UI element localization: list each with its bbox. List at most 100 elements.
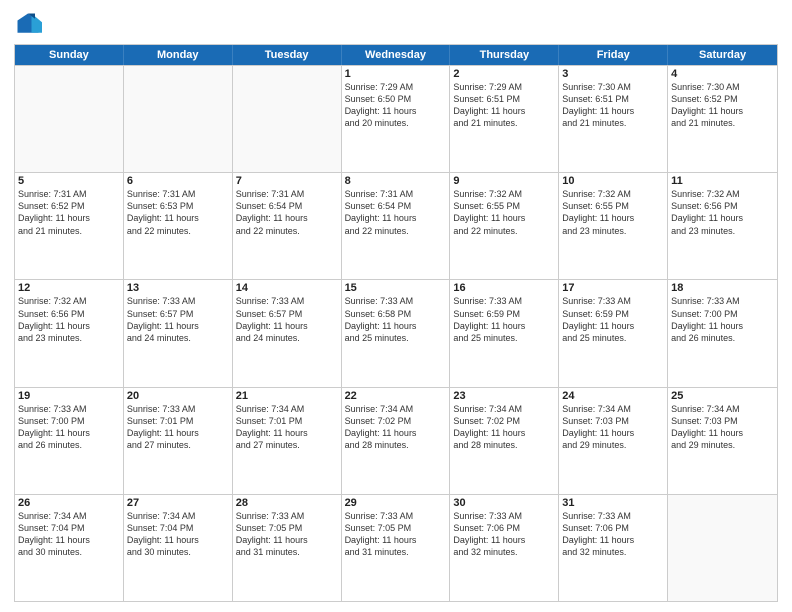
- empty-cell: [15, 66, 124, 172]
- day-info: Sunrise: 7:33 AM Sunset: 7:05 PM Dayligh…: [236, 510, 338, 559]
- header-day-thursday: Thursday: [450, 45, 559, 65]
- header-day-sunday: Sunday: [15, 45, 124, 65]
- day-cell-23: 23Sunrise: 7:34 AM Sunset: 7:02 PM Dayli…: [450, 388, 559, 494]
- day-cell-15: 15Sunrise: 7:33 AM Sunset: 6:58 PM Dayli…: [342, 280, 451, 386]
- day-number: 3: [562, 68, 664, 80]
- day-number: 23: [453, 390, 555, 402]
- day-cell-20: 20Sunrise: 7:33 AM Sunset: 7:01 PM Dayli…: [124, 388, 233, 494]
- day-info: Sunrise: 7:31 AM Sunset: 6:53 PM Dayligh…: [127, 188, 229, 237]
- day-cell-5: 5Sunrise: 7:31 AM Sunset: 6:52 PM Daylig…: [15, 173, 124, 279]
- day-number: 12: [18, 282, 120, 294]
- week-row-4: 19Sunrise: 7:33 AM Sunset: 7:00 PM Dayli…: [15, 387, 777, 494]
- page: SundayMondayTuesdayWednesdayThursdayFrid…: [0, 0, 792, 612]
- day-cell-13: 13Sunrise: 7:33 AM Sunset: 6:57 PM Dayli…: [124, 280, 233, 386]
- day-number: 9: [453, 175, 555, 187]
- day-number: 2: [453, 68, 555, 80]
- day-number: 16: [453, 282, 555, 294]
- calendar-header-row: SundayMondayTuesdayWednesdayThursdayFrid…: [15, 45, 777, 65]
- day-info: Sunrise: 7:33 AM Sunset: 7:01 PM Dayligh…: [127, 403, 229, 452]
- day-info: Sunrise: 7:29 AM Sunset: 6:50 PM Dayligh…: [345, 81, 447, 130]
- day-info: Sunrise: 7:33 AM Sunset: 7:00 PM Dayligh…: [18, 403, 120, 452]
- day-cell-12: 12Sunrise: 7:32 AM Sunset: 6:56 PM Dayli…: [15, 280, 124, 386]
- day-cell-8: 8Sunrise: 7:31 AM Sunset: 6:54 PM Daylig…: [342, 173, 451, 279]
- day-number: 6: [127, 175, 229, 187]
- day-info: Sunrise: 7:32 AM Sunset: 6:56 PM Dayligh…: [18, 295, 120, 344]
- day-number: 18: [671, 282, 774, 294]
- empty-cell: [124, 66, 233, 172]
- day-info: Sunrise: 7:33 AM Sunset: 6:57 PM Dayligh…: [236, 295, 338, 344]
- logo: [14, 10, 46, 38]
- day-cell-30: 30Sunrise: 7:33 AM Sunset: 7:06 PM Dayli…: [450, 495, 559, 601]
- day-number: 19: [18, 390, 120, 402]
- day-cell-1: 1Sunrise: 7:29 AM Sunset: 6:50 PM Daylig…: [342, 66, 451, 172]
- week-row-3: 12Sunrise: 7:32 AM Sunset: 6:56 PM Dayli…: [15, 279, 777, 386]
- day-number: 25: [671, 390, 774, 402]
- day-cell-31: 31Sunrise: 7:33 AM Sunset: 7:06 PM Dayli…: [559, 495, 668, 601]
- day-cell-26: 26Sunrise: 7:34 AM Sunset: 7:04 PM Dayli…: [15, 495, 124, 601]
- day-number: 21: [236, 390, 338, 402]
- calendar: SundayMondayTuesdayWednesdayThursdayFrid…: [14, 44, 778, 602]
- day-number: 5: [18, 175, 120, 187]
- header-day-tuesday: Tuesday: [233, 45, 342, 65]
- day-cell-14: 14Sunrise: 7:33 AM Sunset: 6:57 PM Dayli…: [233, 280, 342, 386]
- day-cell-11: 11Sunrise: 7:32 AM Sunset: 6:56 PM Dayli…: [668, 173, 777, 279]
- day-number: 28: [236, 497, 338, 509]
- week-row-1: 1Sunrise: 7:29 AM Sunset: 6:50 PM Daylig…: [15, 65, 777, 172]
- day-cell-18: 18Sunrise: 7:33 AM Sunset: 7:00 PM Dayli…: [668, 280, 777, 386]
- calendar-body: 1Sunrise: 7:29 AM Sunset: 6:50 PM Daylig…: [15, 65, 777, 601]
- day-info: Sunrise: 7:33 AM Sunset: 7:05 PM Dayligh…: [345, 510, 447, 559]
- day-number: 27: [127, 497, 229, 509]
- day-cell-27: 27Sunrise: 7:34 AM Sunset: 7:04 PM Dayli…: [124, 495, 233, 601]
- day-cell-21: 21Sunrise: 7:34 AM Sunset: 7:01 PM Dayli…: [233, 388, 342, 494]
- day-info: Sunrise: 7:31 AM Sunset: 6:54 PM Dayligh…: [345, 188, 447, 237]
- day-number: 24: [562, 390, 664, 402]
- day-info: Sunrise: 7:29 AM Sunset: 6:51 PM Dayligh…: [453, 81, 555, 130]
- day-cell-22: 22Sunrise: 7:34 AM Sunset: 7:02 PM Dayli…: [342, 388, 451, 494]
- day-cell-17: 17Sunrise: 7:33 AM Sunset: 6:59 PM Dayli…: [559, 280, 668, 386]
- day-cell-2: 2Sunrise: 7:29 AM Sunset: 6:51 PM Daylig…: [450, 66, 559, 172]
- day-cell-6: 6Sunrise: 7:31 AM Sunset: 6:53 PM Daylig…: [124, 173, 233, 279]
- day-cell-16: 16Sunrise: 7:33 AM Sunset: 6:59 PM Dayli…: [450, 280, 559, 386]
- header-day-monday: Monday: [124, 45, 233, 65]
- day-number: 4: [671, 68, 774, 80]
- empty-cell: [233, 66, 342, 172]
- day-info: Sunrise: 7:33 AM Sunset: 7:00 PM Dayligh…: [671, 295, 774, 344]
- day-info: Sunrise: 7:34 AM Sunset: 7:01 PM Dayligh…: [236, 403, 338, 452]
- week-row-5: 26Sunrise: 7:34 AM Sunset: 7:04 PM Dayli…: [15, 494, 777, 601]
- day-number: 7: [236, 175, 338, 187]
- day-info: Sunrise: 7:31 AM Sunset: 6:52 PM Dayligh…: [18, 188, 120, 237]
- day-info: Sunrise: 7:33 AM Sunset: 7:06 PM Dayligh…: [453, 510, 555, 559]
- day-info: Sunrise: 7:34 AM Sunset: 7:03 PM Dayligh…: [671, 403, 774, 452]
- day-info: Sunrise: 7:34 AM Sunset: 7:02 PM Dayligh…: [453, 403, 555, 452]
- header-day-wednesday: Wednesday: [342, 45, 451, 65]
- day-number: 22: [345, 390, 447, 402]
- day-cell-7: 7Sunrise: 7:31 AM Sunset: 6:54 PM Daylig…: [233, 173, 342, 279]
- day-info: Sunrise: 7:33 AM Sunset: 6:59 PM Dayligh…: [453, 295, 555, 344]
- day-cell-10: 10Sunrise: 7:32 AM Sunset: 6:55 PM Dayli…: [559, 173, 668, 279]
- day-cell-9: 9Sunrise: 7:32 AM Sunset: 6:55 PM Daylig…: [450, 173, 559, 279]
- day-number: 20: [127, 390, 229, 402]
- day-number: 13: [127, 282, 229, 294]
- day-info: Sunrise: 7:33 AM Sunset: 7:06 PM Dayligh…: [562, 510, 664, 559]
- day-cell-29: 29Sunrise: 7:33 AM Sunset: 7:05 PM Dayli…: [342, 495, 451, 601]
- day-number: 1: [345, 68, 447, 80]
- day-info: Sunrise: 7:34 AM Sunset: 7:02 PM Dayligh…: [345, 403, 447, 452]
- day-info: Sunrise: 7:31 AM Sunset: 6:54 PM Dayligh…: [236, 188, 338, 237]
- day-info: Sunrise: 7:33 AM Sunset: 6:58 PM Dayligh…: [345, 295, 447, 344]
- day-number: 15: [345, 282, 447, 294]
- day-cell-28: 28Sunrise: 7:33 AM Sunset: 7:05 PM Dayli…: [233, 495, 342, 601]
- header: [14, 10, 778, 38]
- day-number: 17: [562, 282, 664, 294]
- day-number: 30: [453, 497, 555, 509]
- header-day-friday: Friday: [559, 45, 668, 65]
- day-number: 10: [562, 175, 664, 187]
- day-info: Sunrise: 7:30 AM Sunset: 6:52 PM Dayligh…: [671, 81, 774, 130]
- day-info: Sunrise: 7:33 AM Sunset: 6:59 PM Dayligh…: [562, 295, 664, 344]
- day-cell-3: 3Sunrise: 7:30 AM Sunset: 6:51 PM Daylig…: [559, 66, 668, 172]
- day-number: 11: [671, 175, 774, 187]
- week-row-2: 5Sunrise: 7:31 AM Sunset: 6:52 PM Daylig…: [15, 172, 777, 279]
- day-number: 26: [18, 497, 120, 509]
- logo-icon: [14, 10, 42, 38]
- day-number: 31: [562, 497, 664, 509]
- day-cell-4: 4Sunrise: 7:30 AM Sunset: 6:52 PM Daylig…: [668, 66, 777, 172]
